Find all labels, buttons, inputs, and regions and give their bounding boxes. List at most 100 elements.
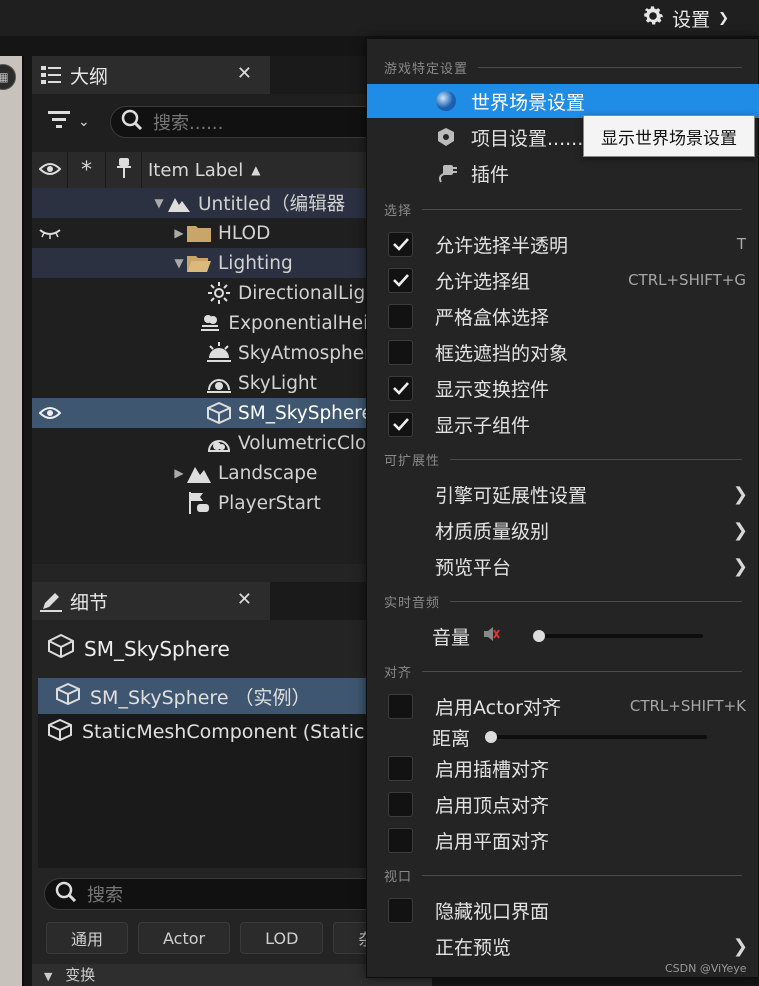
scalability-option-label: 材质质量级别 xyxy=(435,520,550,543)
search-placeholder: 搜索...... xyxy=(153,113,224,134)
volume-slider-knob[interactable] xyxy=(533,630,545,642)
gear-icon xyxy=(640,3,666,34)
section-label: 对齐 xyxy=(384,665,413,681)
outliner-search-input[interactable]: 搜索...... xyxy=(110,106,410,138)
item-label-column[interactable]: Item Label ▲ xyxy=(142,152,261,188)
section-realtime-audio: 实时音频 xyxy=(367,591,759,611)
eye-closed-icon[interactable] xyxy=(38,227,62,239)
volume-slider[interactable] xyxy=(533,630,703,642)
selection-option-checkbox[interactable] xyxy=(388,339,413,365)
snap-actor-checkbox[interactable] xyxy=(388,693,413,719)
selection-option-checkbox[interactable] xyxy=(388,411,413,437)
outliner-row-label: SM_SkySphere xyxy=(238,402,373,424)
tab-details-label: 细节 xyxy=(70,591,109,614)
scalability-submenu-item[interactable]: 材质质量级别 ❯ xyxy=(367,513,759,547)
fog-icon xyxy=(198,312,223,334)
details-filter-tab[interactable]: Actor xyxy=(138,922,231,954)
selection-option-checkbox[interactable] xyxy=(388,231,413,257)
mute-icon xyxy=(482,625,500,648)
tab-outliner[interactable]: 大纲 ✕ xyxy=(32,56,270,94)
outliner-row-label: SkyLight xyxy=(238,372,317,394)
viewport-option-checkbox[interactable] xyxy=(388,897,413,923)
selection-option-checkbox[interactable] xyxy=(388,267,413,293)
pinned-star-column[interactable]: * xyxy=(68,152,106,188)
pin-icon xyxy=(116,157,131,183)
collapsed-arrow-icon[interactable]: ▶ xyxy=(172,466,186,480)
snap-option-item[interactable]: 启用顶点对齐 xyxy=(367,787,759,821)
shortcut-text: CTRL+SHIFT+G xyxy=(628,271,746,289)
section-selection: 选择 xyxy=(367,199,759,219)
settings-button[interactable]: 设置 ❯ xyxy=(640,4,729,32)
scalability-option-label: 预览平台 xyxy=(435,556,512,579)
outliner-icon xyxy=(40,65,62,85)
world-settings-item[interactable]: 世界场景设置 xyxy=(367,84,759,118)
mesh-icon xyxy=(48,718,72,746)
outliner-row-label: DirectionalLight xyxy=(238,282,385,304)
settings-label: 设置 xyxy=(672,8,711,31)
selection-option-item[interactable]: 严格盒体选择 xyxy=(367,299,759,333)
snap-actor-item[interactable]: 启用Actor对齐 CTRL+SHIFT+K xyxy=(367,689,759,723)
volume-label: 音量 xyxy=(432,626,471,649)
top-toolbar: 设置 ❯ xyxy=(0,0,759,36)
project-settings-icon xyxy=(435,126,457,148)
section-label: 游戏特定设置 xyxy=(384,61,469,77)
distance-label: 距离 xyxy=(432,727,471,750)
snap-option-item[interactable]: 启用平面对齐 xyxy=(367,823,759,857)
section-label: 选择 xyxy=(384,203,413,219)
details-filter-tabs: 通用ActorLOD杂项 xyxy=(46,922,416,954)
details-filter-tab[interactable]: 通用 xyxy=(46,922,129,954)
eye-icon xyxy=(38,160,61,181)
scalability-submenu-item[interactable]: 预览平台 ❯ xyxy=(367,549,759,583)
close-icon[interactable]: ✕ xyxy=(237,589,252,610)
item-label-header: Item Label xyxy=(148,159,244,181)
landscape-icon xyxy=(186,463,212,483)
section-snapping: 对齐 xyxy=(367,661,759,681)
globe-icon xyxy=(435,90,457,112)
previewing-item[interactable]: 正在预览 ❯ xyxy=(367,929,759,963)
selection-option-item[interactable]: 框选遮挡的对象 xyxy=(367,335,759,369)
tab-details[interactable]: 细节 ✕ xyxy=(32,582,270,620)
pin-column[interactable] xyxy=(106,152,142,188)
collapsed-arrow-icon[interactable]: ▶ xyxy=(172,226,186,240)
level-viewport[interactable]: ▦ xyxy=(0,56,24,986)
snap-option-item[interactable]: 启用插槽对齐 xyxy=(367,751,759,785)
viewport-option-item[interactable]: 隐藏视口界面 xyxy=(367,893,759,927)
selection-option-item[interactable]: 允许选择半透明 T xyxy=(367,227,759,261)
snap-option-label: 启用平面对齐 xyxy=(435,830,550,853)
outliner-row-label: Lighting xyxy=(218,252,293,274)
snap-actor-shortcut: CTRL+SHIFT+K xyxy=(629,697,746,715)
mesh-icon xyxy=(48,633,74,663)
selection-option-checkbox[interactable] xyxy=(388,375,413,401)
distance-slider[interactable] xyxy=(485,731,707,743)
settings-menu: 游戏特定设置 世界场景设置 项目设置...... 插件 选择 可扩展性 实时音频… xyxy=(366,38,759,978)
selection-option-checkbox[interactable] xyxy=(388,303,413,329)
details-filter-tab[interactable]: LOD xyxy=(240,922,324,954)
plugins-item[interactable]: 插件 xyxy=(367,156,759,190)
scalability-option-label: 引擎可延展性设置 xyxy=(435,484,588,507)
viewport-options-icon[interactable]: ▦ xyxy=(0,64,16,90)
selection-option-item[interactable]: 显示变换控件 xyxy=(367,371,759,405)
search-icon xyxy=(55,881,77,908)
search-icon xyxy=(121,109,143,136)
chevron-right-icon: ❯ xyxy=(732,519,748,541)
playerstart-icon xyxy=(186,492,212,514)
scalability-submenu-item[interactable]: 引擎可延展性设置 ❯ xyxy=(367,477,759,511)
selection-option-item[interactable]: 允许选择组 CTRL+SHIFT+G xyxy=(367,263,759,297)
snap-option-checkbox[interactable] xyxy=(388,827,413,853)
section-label: 实时音频 xyxy=(384,595,441,611)
chevron-right-icon: ❯ xyxy=(732,483,748,505)
expanded-arrow-icon[interactable]: ▼ xyxy=(172,256,186,270)
snap-option-checkbox[interactable] xyxy=(388,791,413,817)
eye-icon[interactable] xyxy=(38,406,62,420)
distance-slider-knob[interactable] xyxy=(485,731,497,743)
details-search-input[interactable]: 搜索 xyxy=(44,878,404,910)
snap-option-checkbox[interactable] xyxy=(388,755,413,781)
expanded-arrow-icon[interactable]: ▼ xyxy=(152,196,166,210)
selection-option-item[interactable]: 显示子组件 xyxy=(367,407,759,441)
filter-button[interactable]: ⌄ xyxy=(48,110,90,133)
close-icon[interactable]: ✕ xyxy=(237,63,252,84)
project-settings-label: 项目设置...... xyxy=(471,127,584,150)
tab-outliner-label: 大纲 xyxy=(70,65,109,88)
section-viewport: 视口 xyxy=(367,865,759,885)
visibility-column[interactable] xyxy=(32,152,68,188)
